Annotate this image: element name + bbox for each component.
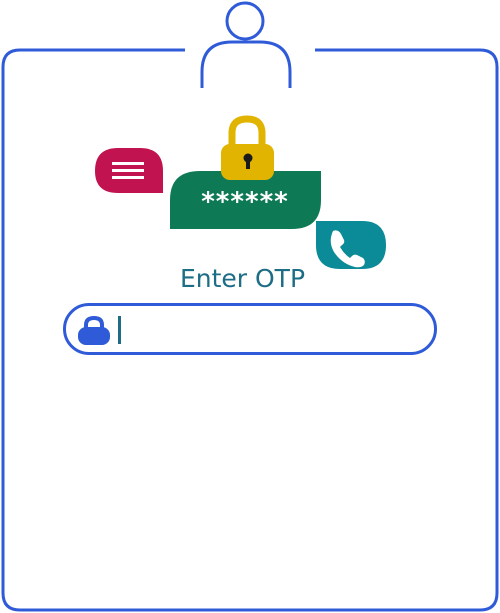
otp-input[interactable] bbox=[116, 313, 414, 347]
input-lock-icon bbox=[78, 315, 110, 345]
padlock-icon bbox=[221, 115, 274, 180]
masked-otp-code: ****** bbox=[201, 187, 289, 217]
otp-input-container[interactable] bbox=[63, 303, 437, 355]
text-caret bbox=[118, 316, 121, 344]
phone-bubble-icon bbox=[316, 221, 386, 269]
user-icon bbox=[200, 1, 292, 88]
page-title: Enter OTP bbox=[179, 264, 306, 293]
message-bubble-icon bbox=[95, 148, 163, 193]
